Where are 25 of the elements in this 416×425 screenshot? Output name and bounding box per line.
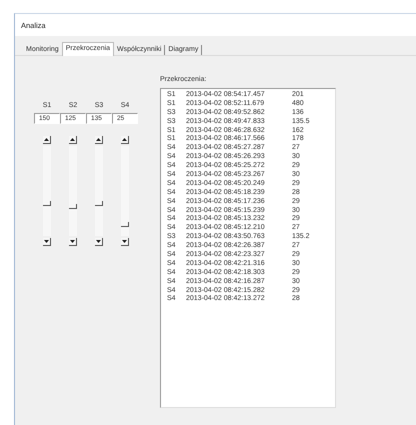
slider-thumb[interactable] bbox=[69, 204, 77, 209]
triangle-down-icon bbox=[44, 240, 49, 243]
step-up-button[interactable] bbox=[95, 136, 103, 144]
triangle-down-icon bbox=[96, 240, 101, 243]
slider-track[interactable] bbox=[43, 146, 51, 236]
step-down-button[interactable] bbox=[43, 238, 51, 246]
triangle-up-icon bbox=[70, 138, 75, 141]
slider-thumb[interactable] bbox=[43, 200, 51, 206]
triangle-up-icon bbox=[122, 138, 127, 141]
step-up-button[interactable] bbox=[121, 136, 129, 144]
step-up-button[interactable] bbox=[43, 136, 51, 144]
step-down-button[interactable] bbox=[69, 238, 77, 246]
step-up-button[interactable] bbox=[69, 136, 77, 144]
list-box[interactable] bbox=[160, 88, 336, 408]
triangle-up-icon bbox=[96, 138, 101, 141]
slider-track[interactable] bbox=[121, 146, 129, 236]
slider-thumb[interactable] bbox=[95, 200, 103, 206]
triangle-up-icon bbox=[44, 138, 49, 141]
step-down-button[interactable] bbox=[95, 238, 103, 246]
slider-thumb[interactable] bbox=[121, 222, 129, 227]
step-down-button[interactable] bbox=[121, 238, 129, 246]
slider-track[interactable] bbox=[69, 146, 77, 236]
triangle-down-icon bbox=[70, 240, 75, 243]
triangle-down-icon bbox=[122, 240, 127, 243]
slider-track[interactable] bbox=[95, 146, 103, 236]
